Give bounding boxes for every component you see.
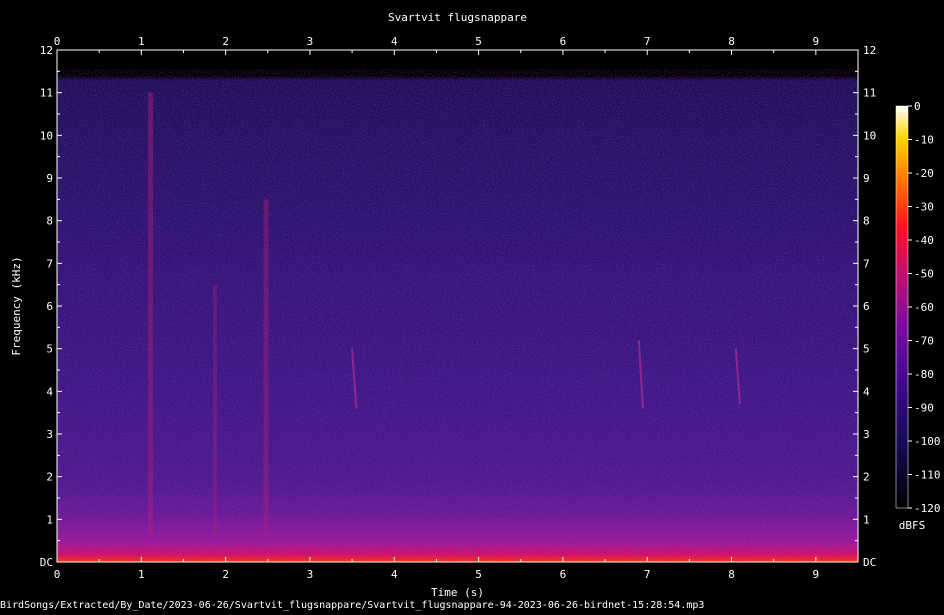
- colorbar-tick-label: -40: [914, 234, 934, 247]
- colorbar: [895, 105, 909, 509]
- x-axis-label: Time (s): [431, 586, 484, 599]
- x-tick-label: 1: [138, 568, 145, 581]
- y-tick-label: 7: [46, 257, 53, 270]
- x-tick-label-top: 9: [813, 35, 820, 48]
- colorbar-tick-label: -100: [914, 435, 941, 448]
- x-tick-label: 9: [813, 568, 820, 581]
- x-tick-label-top: 7: [644, 35, 651, 48]
- y-axis-label: Frequency (kHz): [10, 256, 23, 355]
- x-tick-label-top: 3: [307, 35, 314, 48]
- file-path-footer: BirdSongs/Extracted/By_Date/2023-06-26/S…: [0, 600, 705, 611]
- x-tick-label-top: 5: [475, 35, 482, 48]
- y-tick-label: 12: [40, 44, 53, 57]
- y-tick-label-right: 1: [863, 513, 870, 526]
- x-tick-label-top: 1: [138, 35, 145, 48]
- y-tick-label: 5: [46, 343, 53, 356]
- y-tick-label-right: DC: [863, 556, 876, 569]
- x-tick-label: 0: [54, 568, 61, 581]
- x-tick-label: 5: [475, 568, 482, 581]
- signal-streak: [263, 199, 269, 537]
- chart-title: Svartvit flugsnappare: [388, 11, 527, 24]
- colorbar-tick-label: -20: [914, 167, 934, 180]
- colorbar-tick-label: -110: [914, 469, 941, 482]
- x-tick-label-top: 2: [222, 35, 229, 48]
- colorbar-tick-label: -60: [914, 301, 934, 314]
- x-tick-label: 7: [644, 568, 651, 581]
- x-tick-label: 8: [728, 568, 735, 581]
- y-tick-label: DC: [40, 556, 53, 569]
- colorbar-tick-label: -50: [914, 268, 934, 281]
- spectrogram-chart: 00112233445566778899DC DC1 12 23 34 45 56 67 78 8…: [10, 11, 941, 599]
- y-tick-label-right: 4: [863, 385, 870, 398]
- colorbar-tick-label: -70: [914, 335, 934, 348]
- y-tick-label: 3: [46, 428, 53, 441]
- y-tick-label: 6: [46, 300, 53, 313]
- y-tick-label-right: 3: [863, 428, 870, 441]
- x-tick-label: 6: [560, 568, 567, 581]
- y-tick-label: 11: [40, 87, 53, 100]
- colorbar-label: dBFS: [899, 519, 926, 532]
- x-tick-label: 4: [391, 568, 398, 581]
- y-tick-label-right: 9: [863, 172, 870, 185]
- y-tick-label-right: 2: [863, 471, 870, 484]
- y-tick-label-right: 8: [863, 215, 870, 228]
- x-tick-label-top: 0: [54, 35, 61, 48]
- y-tick-label: 9: [46, 172, 53, 185]
- colorbar-tick-label: -10: [914, 134, 934, 147]
- y-tick-label: 8: [46, 215, 53, 228]
- x-tick-label: 2: [222, 568, 229, 581]
- y-tick-label-right: 10: [863, 129, 876, 142]
- y-tick-label-right: 5: [863, 343, 870, 356]
- signal-streak: [212, 284, 217, 537]
- x-tick-label-top: 4: [391, 35, 398, 48]
- x-tick-label-top: 8: [728, 35, 735, 48]
- y-tick-label: 10: [40, 129, 53, 142]
- signal-streak: [148, 92, 154, 537]
- y-tick-label: 4: [46, 385, 53, 398]
- colorbar-tick-label: -80: [914, 368, 934, 381]
- x-tick-label: 3: [307, 568, 314, 581]
- y-tick-label-right: 12: [863, 44, 876, 57]
- y-tick-label: 1: [46, 513, 53, 526]
- y-tick-label-right: 11: [863, 87, 876, 100]
- colorbar-tick-label: 0: [914, 100, 921, 113]
- y-tick-label-right: 6: [863, 300, 870, 313]
- x-tick-label-top: 6: [560, 35, 567, 48]
- spectrogram-noise: [57, 69, 858, 562]
- colorbar-tick-label: -90: [914, 402, 934, 415]
- colorbar-tick-label: -120: [914, 502, 941, 515]
- spectrogram-figure: 0 0 1 1 2 2 3 3 4 4 5 5 6 6 7 7 8 8 9 9 DC DC 1 1 2 2 3 3 4 4 5 5 6 6 7 7 8 8…: [0, 0, 944, 611]
- y-tick-label-right: 7: [863, 257, 870, 270]
- colorbar-tick-label: -30: [914, 201, 934, 214]
- y-tick-label: 2: [46, 471, 53, 484]
